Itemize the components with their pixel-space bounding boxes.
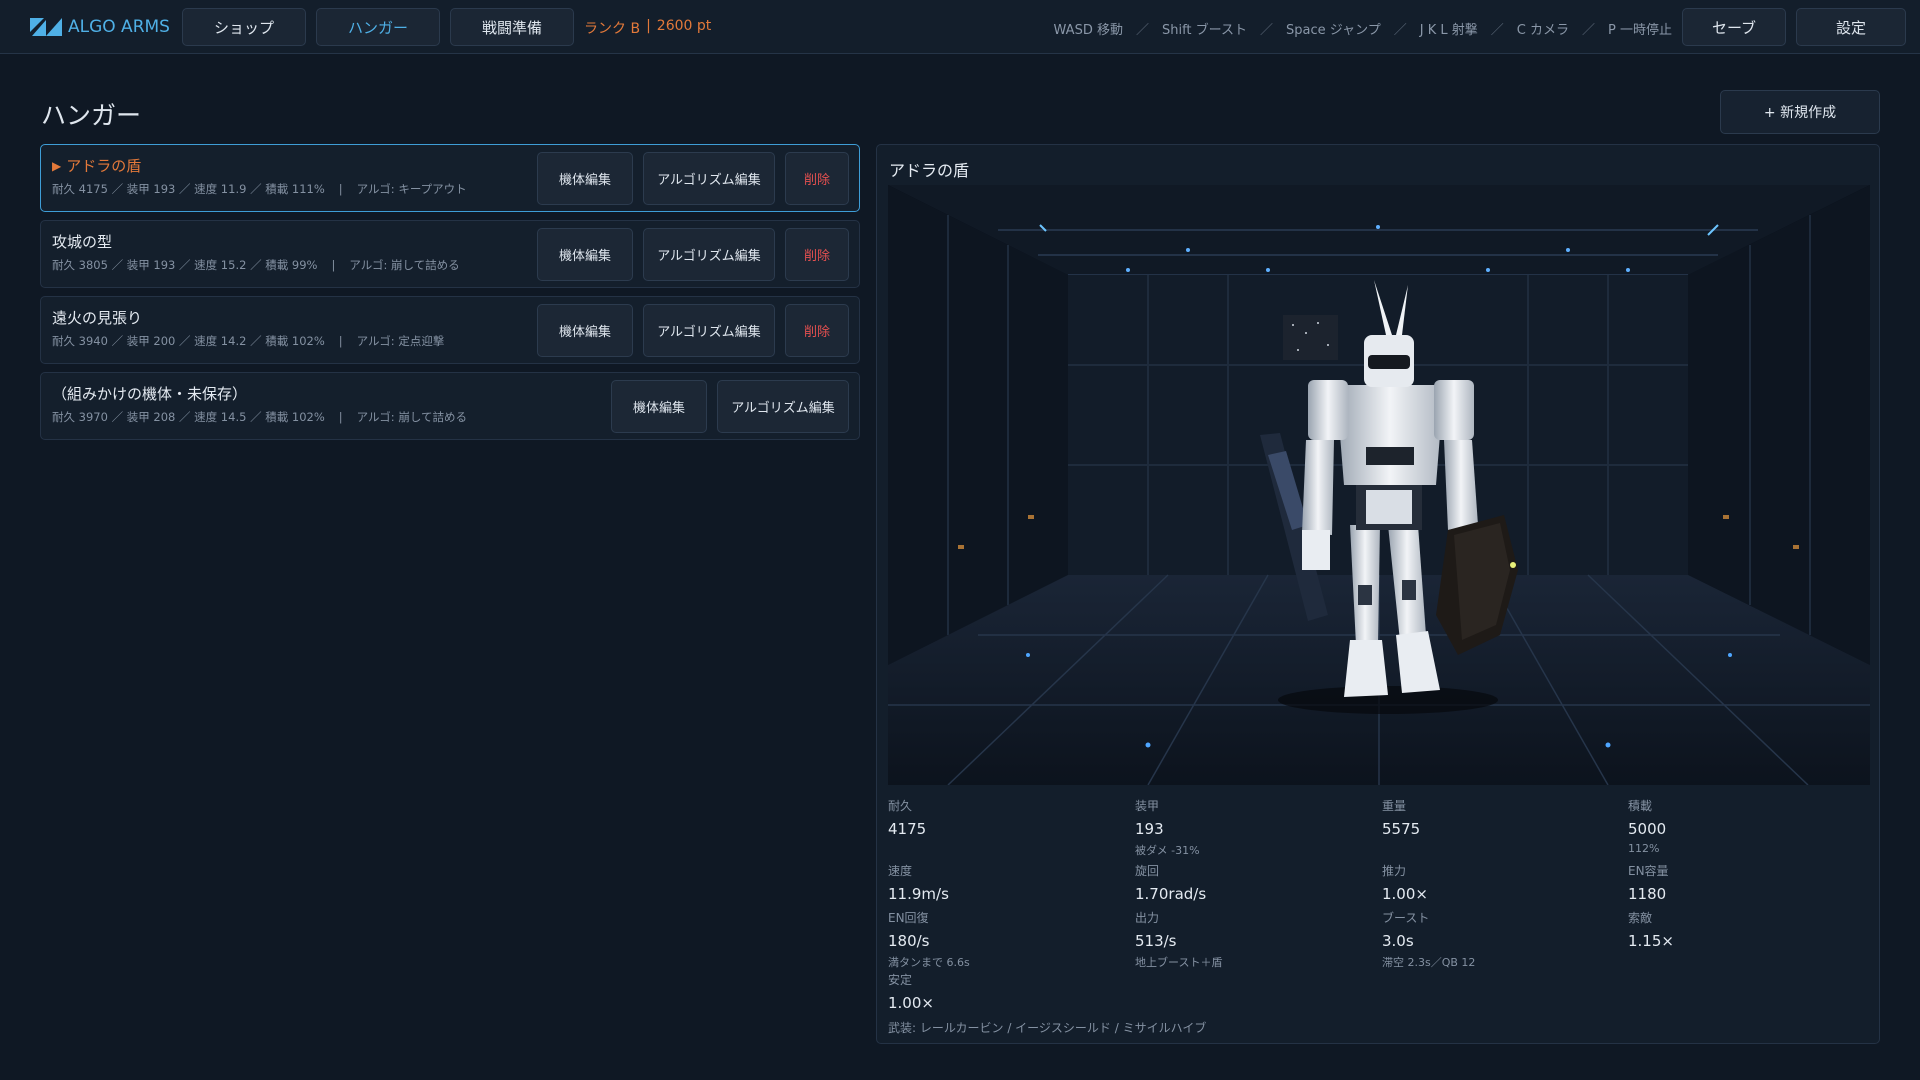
hint-boost: Shift ブースト bbox=[1161, 23, 1248, 38]
stat-thrust: 推力 1.00× bbox=[1382, 864, 1428, 903]
nav-battle-prep-button[interactable]: 戦闘準備 bbox=[450, 8, 574, 46]
control-hints: WASD 移動／ Shift ブースト／ Space ジャンプ／ J K L 射… bbox=[1054, 19, 1672, 38]
stat-en-capacity: EN容量 1180 bbox=[1628, 864, 1669, 903]
rank-separator: | bbox=[646, 18, 651, 34]
stat-durability: 耐久 4175 bbox=[888, 799, 927, 838]
play-icon: ▶ bbox=[52, 158, 62, 173]
unit-stats: 耐久 3940 ／ 装甲 200 ／ 速度 14.2 ／ 積載 102% | アルゴ… bbox=[52, 334, 445, 348]
stat-armor: 装甲 193 被ダメ -31% bbox=[1135, 799, 1200, 857]
unit-name: アドラの盾 bbox=[66, 157, 142, 175]
detail-title: アドラの盾 bbox=[889, 161, 970, 180]
delete-button[interactable]: 削除 bbox=[785, 152, 849, 205]
rank-points: 2600 pt bbox=[656, 18, 712, 34]
app-name: ALGO ARMS bbox=[68, 17, 170, 37]
edit-algorithm-button[interactable]: アルゴリズム編集 bbox=[643, 304, 775, 357]
hangar-scene bbox=[888, 185, 1870, 785]
stat-load: 積載 5000 112% bbox=[1628, 799, 1667, 855]
rank-display: ランク B | 2600 pt bbox=[584, 18, 711, 38]
unit-detail-panel: アドラの盾 耐久 4175 装甲 193 被ダメ -31% 重量 5575 積載… bbox=[876, 144, 1880, 1044]
unit-name: （組みかけの機体・未保存） bbox=[52, 385, 248, 403]
mech-preview-viewport[interactable] bbox=[888, 185, 1870, 785]
unit-row[interactable]: 攻城の型 耐久 3805 ／ 装甲 193 ／ 速度 15.2 ／ 積載 99%… bbox=[40, 220, 860, 288]
stat-boost: ブースト 3.0s 滞空 2.3s／QB 12 bbox=[1382, 911, 1476, 969]
hint-fire: J K L 射撃 bbox=[1419, 23, 1478, 38]
unit-row[interactable]: （組みかけの機体・未保存） 耐久 3970 ／ 装甲 208 ／ 速度 14.5… bbox=[40, 372, 860, 440]
top-bar: ALGO ARMS ショップ ハンガー 戦闘準備 ランク B | 2600 pt… bbox=[0, 0, 1920, 54]
unit-row[interactable]: ▶ アドラの盾 耐久 4175 ／ 装甲 193 ／ 速度 11.9 ／ 積載 … bbox=[40, 144, 860, 212]
edit-frame-button[interactable]: 機体編集 bbox=[537, 228, 633, 281]
edit-algorithm-button[interactable]: アルゴリズム編集 bbox=[643, 152, 775, 205]
edit-frame-button[interactable]: 機体編集 bbox=[537, 152, 633, 205]
unit-name: 遠火の見張り bbox=[52, 309, 143, 327]
edit-algorithm-button[interactable]: アルゴリズム編集 bbox=[717, 380, 849, 433]
nav-shop-button[interactable]: ショップ bbox=[182, 8, 306, 46]
app-logo: ALGO ARMS bbox=[30, 17, 170, 37]
stat-en-recovery: EN回復 180/s 満タンまで 6.6s bbox=[888, 911, 970, 969]
unit-row[interactable]: 遠火の見張り 耐久 3940 ／ 装甲 200 ／ 速度 14.2 ／ 積載 1… bbox=[40, 296, 860, 364]
delete-button[interactable]: 削除 bbox=[785, 228, 849, 281]
stat-output: 出力 513/s 地上ブースト＋盾 bbox=[1135, 911, 1223, 969]
settings-button[interactable]: 設定 bbox=[1796, 8, 1906, 46]
new-unit-button[interactable]: + 新規作成 bbox=[1720, 90, 1880, 134]
unit-stats: 耐久 3805 ／ 装甲 193 ／ 速度 15.2 ／ 積載 99% | アルゴ:… bbox=[52, 258, 460, 272]
nav-hangar-button[interactable]: ハンガー bbox=[316, 8, 440, 46]
save-button[interactable]: セーブ bbox=[1682, 8, 1786, 46]
delete-button[interactable]: 削除 bbox=[785, 304, 849, 357]
stat-turn: 旋回 1.70rad/s bbox=[1135, 864, 1207, 903]
page-title: ハンガー bbox=[41, 101, 142, 130]
edit-frame-button[interactable]: 機体編集 bbox=[611, 380, 707, 433]
edit-algorithm-button[interactable]: アルゴリズム編集 bbox=[643, 228, 775, 281]
logo-icon bbox=[30, 18, 62, 36]
edit-frame-button[interactable]: 機体編集 bbox=[537, 304, 633, 357]
armament-list: 武装: レールカービン / イージスシールド / ミサイルハイブ bbox=[888, 1021, 1207, 1035]
unit-stats: 耐久 4175 ／ 装甲 193 ／ 速度 11.9 ／ 積載 111% | アルゴ… bbox=[52, 182, 467, 196]
hint-camera: C カメラ bbox=[1516, 23, 1569, 38]
unit-name: 攻城の型 bbox=[52, 233, 113, 251]
stat-stability: 安定 1.00× bbox=[888, 973, 934, 1012]
hint-move: WASD 移動 bbox=[1053, 23, 1123, 38]
stat-search: 索敵 1.15× bbox=[1628, 911, 1674, 950]
unit-stats: 耐久 3970 ／ 装甲 208 ／ 速度 14.5 ／ 積載 102% | アルゴ… bbox=[52, 410, 467, 424]
stat-speed: 速度 11.9m/s bbox=[888, 864, 949, 903]
hint-pause: P 一時停止 bbox=[1608, 23, 1672, 38]
rank-label: ランク B bbox=[584, 21, 641, 37]
hint-jump: Space ジャンプ bbox=[1286, 23, 1381, 38]
stat-weight: 重量 5575 bbox=[1382, 799, 1421, 838]
